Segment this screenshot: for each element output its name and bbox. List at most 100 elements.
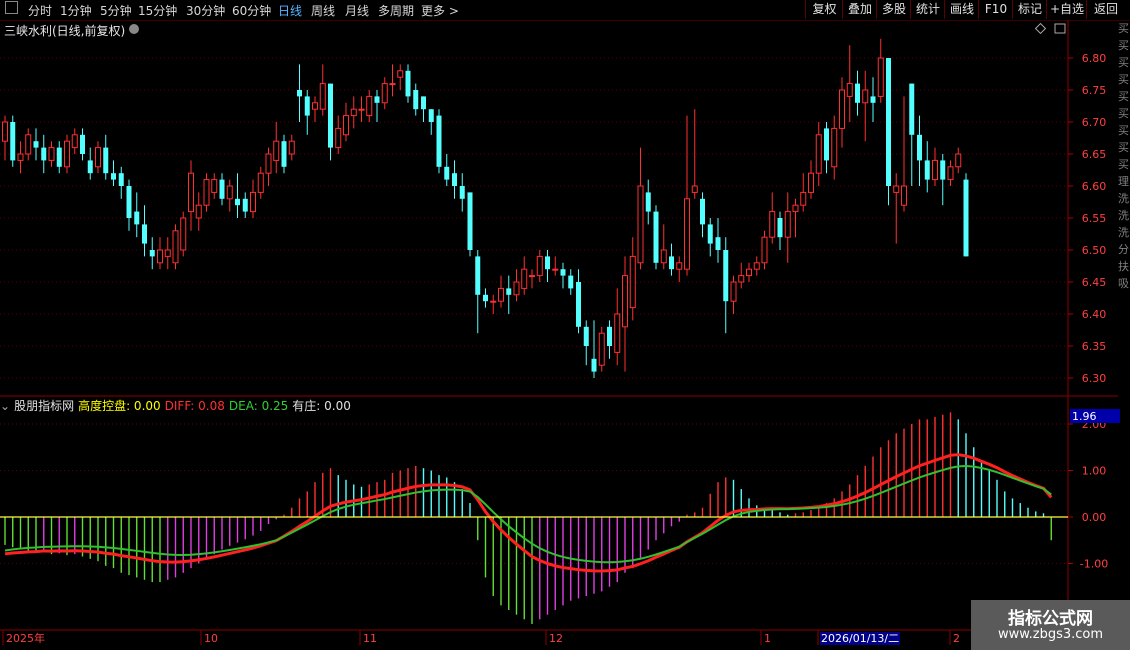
- candle-body: [25, 134, 32, 155]
- date-label: 1: [764, 632, 771, 645]
- candle-body: [513, 281, 520, 296]
- title-menu-icon: [129, 24, 139, 34]
- candle-body: [700, 198, 705, 225]
- candle-body: [242, 198, 248, 212]
- candle-body: [552, 268, 559, 271]
- candle-body: [405, 70, 411, 97]
- candle-body: [250, 191, 256, 213]
- candle-body: [172, 230, 179, 264]
- candle-body: [444, 166, 450, 180]
- candle-body: [746, 268, 752, 277]
- candle-body: [761, 236, 768, 264]
- candle-body: [598, 332, 605, 366]
- candle-body: [328, 83, 333, 148]
- candle-body: [792, 204, 799, 213]
- candle-body: [188, 172, 194, 213]
- candle-body: [498, 287, 504, 302]
- date-label: 11: [363, 632, 377, 645]
- candle-body: [637, 185, 644, 264]
- candle-body: [343, 115, 349, 136]
- candle-body: [963, 179, 969, 257]
- indicator-value-2: DEA: 0.25: [228, 399, 289, 413]
- candle-body: [855, 83, 860, 103]
- candle-body: [738, 275, 745, 283]
- candle-body: [397, 70, 404, 78]
- candle-body: [622, 275, 628, 328]
- candle-body: [777, 218, 783, 238]
- candle-body: [80, 134, 85, 154]
- watermark: 指标公式网 www.zbgs3.com: [971, 600, 1130, 650]
- indicator-value-0: 高度控盘: 0.00: [78, 399, 161, 413]
- candle-body: [219, 179, 225, 199]
- macd-tick-label: -1.00: [1080, 558, 1108, 571]
- candle-body: [886, 58, 891, 186]
- candle-body: [203, 179, 210, 206]
- candle-body: [784, 211, 791, 238]
- side-panel-text: 买买买买买买买买买理洗洗洗分扶吸: [1118, 22, 1129, 290]
- candle-body: [118, 173, 124, 186]
- candle-body: [257, 172, 264, 193]
- date-label: 2: [953, 632, 960, 645]
- price-tick-label: 6.75: [1082, 84, 1107, 97]
- indicator-source[interactable]: 股朋指标网: [14, 399, 74, 413]
- candle-body: [932, 159, 938, 181]
- candle-body: [164, 249, 171, 257]
- date-label: 10: [204, 632, 218, 645]
- candle-body: [591, 358, 597, 372]
- dea-line: [4, 464, 1052, 564]
- candle-body: [64, 140, 70, 168]
- candle-body: [824, 128, 829, 161]
- candle-body: [955, 153, 962, 168]
- candle-body: [421, 96, 426, 110]
- candle-body: [149, 250, 155, 257]
- candle-body: [103, 147, 109, 174]
- watermark-url: www.zbgs3.com: [997, 627, 1104, 642]
- candle-body: [769, 211, 776, 238]
- date-label: 12: [549, 632, 563, 645]
- candle-body: [669, 256, 674, 270]
- candle-body: [893, 185, 900, 193]
- candle-body: [691, 185, 698, 193]
- candle-body: [862, 89, 869, 104]
- macd-current-value: 1.96: [1072, 410, 1097, 423]
- candle-body: [576, 282, 581, 327]
- candle-body: [358, 108, 365, 111]
- candle-body: [235, 198, 240, 206]
- candle-body: [614, 313, 621, 353]
- candle-body: [48, 147, 55, 161]
- candle-body: [366, 95, 373, 117]
- chart-canvas[interactable]: 6.80 6.75 6.70 6.65 6.60 6.55 6.50 6.45 6.40 6.35…: [0, 0, 1130, 650]
- candle-body: [529, 275, 535, 278]
- candle-body: [273, 140, 280, 161]
- candle-body: [142, 224, 147, 244]
- candle-body: [389, 83, 396, 86]
- candle-body: [281, 141, 287, 167]
- candle-body: [265, 153, 272, 174]
- indicator-menu-icon[interactable]: ⌄: [0, 399, 10, 413]
- candle-body: [335, 127, 342, 149]
- price-tick-label: 6.55: [1082, 212, 1107, 225]
- candle-body: [730, 281, 737, 302]
- candle-body: [288, 140, 295, 155]
- candle-body: [297, 90, 302, 97]
- candle-body: [87, 160, 93, 174]
- candle-body: [41, 147, 47, 161]
- candle-body: [319, 83, 326, 110]
- candle-body: [831, 127, 838, 168]
- candle-body: [917, 134, 922, 161]
- candle-body: [521, 268, 528, 289]
- candle-body: [560, 269, 566, 276]
- candle-body: [413, 90, 419, 110]
- candle-body: [490, 300, 497, 303]
- candle-body: [947, 166, 954, 181]
- candle-body: [901, 185, 907, 206]
- candle-body: [211, 179, 218, 193]
- candle-body: [870, 96, 876, 103]
- candle-body: [312, 102, 318, 110]
- candle-body: [846, 83, 853, 97]
- candle-body: [583, 326, 589, 346]
- candle-body: [157, 249, 163, 264]
- candle-body: [428, 109, 434, 122]
- candle-body: [645, 192, 651, 212]
- candle-body: [909, 83, 915, 135]
